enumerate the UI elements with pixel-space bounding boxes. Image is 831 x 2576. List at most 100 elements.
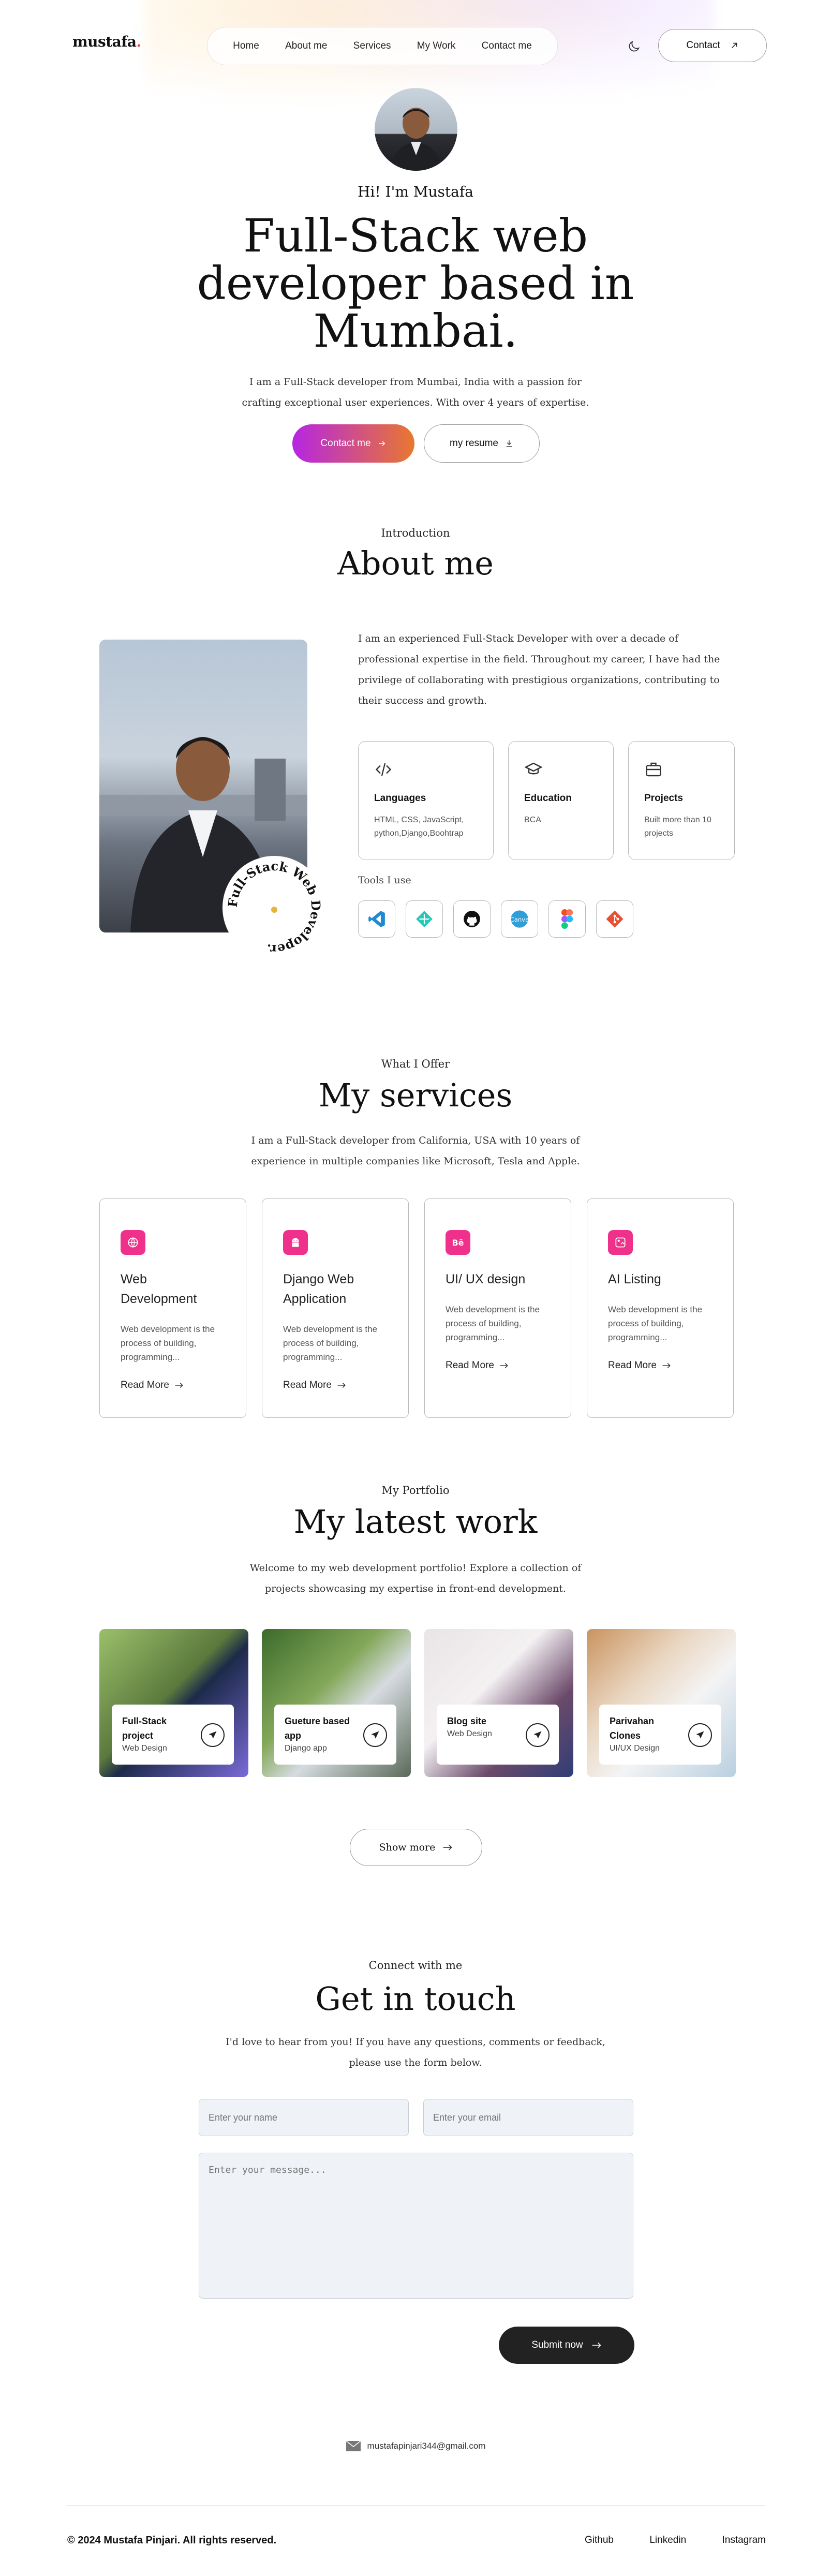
arrow-right-icon [175,1383,183,1388]
top-nav: Home About me Services My Work Contact m… [207,27,558,65]
about-title: About me [337,544,494,582]
contact-title: Get in touch [315,1980,516,2018]
arrow-right-icon [443,1844,452,1850]
service-card-django[interactable]: Django Web Application Web development i… [262,1198,409,1418]
about-kicker: Introduction [381,527,450,539]
mail-icon [346,2440,361,2451]
education-card: Education BCA [508,741,614,860]
work-info: Gueture based app Django app [274,1705,396,1765]
moon-icon [629,41,640,52]
open-project-button[interactable] [526,1723,550,1747]
arrow-right-icon [378,440,385,447]
work-title: Gueture based app [285,1716,350,1741]
resume-button[interactable]: my resume [424,424,540,463]
read-more-label: Read More [283,1380,332,1390]
work-kicker: My Portfolio [381,1484,450,1497]
message-textarea[interactable] [199,2153,633,2299]
service-desc: Web development is the process of buildi… [121,1324,215,1362]
service-card-ai-listing[interactable]: AI Listing Web development is the proces… [587,1198,734,1418]
work-card-fullstack[interactable]: Full-Stack project Web Design [99,1629,248,1777]
svg-text:Canva: Canva [510,916,529,923]
nav-about[interactable]: About me [285,40,327,52]
show-more-button[interactable]: Show more [350,1829,482,1866]
behance-icon: Bē [446,1230,470,1255]
submit-label: Submit now [531,2340,583,2350]
profile-avatar [375,88,457,171]
projects-desc: Built more than 10 projects [644,816,711,838]
show-more-label: Show more [379,1842,436,1853]
projects-title: Projects [644,793,683,804]
arrow-right-icon [500,1363,508,1368]
service-desc: Web development is the process of buildi… [283,1324,378,1362]
send-icon [209,1731,217,1739]
read-more-link[interactable]: Read More [608,1360,713,1371]
service-card-web-development[interactable]: Web Development Web development is the p… [99,1198,246,1418]
email-input[interactable] [423,2099,633,2136]
contact-button-label: Contact [686,40,720,51]
globe-icon [121,1230,145,1255]
developer-badge: Full-Stack Web Developer. [222,856,326,959]
open-project-button[interactable] [201,1723,225,1747]
work-desc: Welcome to my web development portfolio!… [249,1562,582,1594]
footer-link-instagram[interactable]: Instagram [722,2535,766,2546]
footer-link-github[interactable]: Github [585,2535,614,2546]
work-title: Blog site [447,1716,487,1726]
read-more-link[interactable]: Read More [283,1380,388,1391]
nav-work[interactable]: My Work [417,40,456,52]
work-title: My latest work [293,1503,538,1541]
education-title: Education [524,793,572,804]
education-desc: BCA [524,816,541,824]
footer-links: Github Linkedin Instagram [585,2535,766,2546]
vscode-icon [368,911,385,927]
work-card-parivahan[interactable]: Parivahan Clones UI/UX Design [587,1629,736,1777]
service-title: Web Development [121,1272,197,1306]
submit-button[interactable]: Submit now [499,2327,634,2364]
github-tool[interactable] [453,900,491,938]
vscode-tool[interactable] [358,900,395,938]
contact-button[interactable]: Contact [658,29,767,62]
figma-icon [561,909,573,929]
email-address: mustafapinjari344@gmail.com [367,2441,486,2451]
ai-icon [608,1230,633,1255]
send-icon [533,1731,542,1739]
work-title: Full-Stack project [122,1716,167,1741]
git-icon [606,910,624,928]
arrow-right-icon [662,1363,671,1368]
footer-link-linkedin[interactable]: Linkedin [649,2535,686,2546]
work-title: Parivahan Clones [610,1716,655,1741]
dark-mode-toggle[interactable] [624,36,644,57]
open-project-button[interactable] [363,1723,387,1747]
netlify-icon [416,911,433,927]
about-paragraph: I am an experienced Full-Stack Developer… [358,633,720,706]
badge-center-icon [271,907,277,913]
contact-kicker: Connect with me [368,1959,463,1972]
read-more-link[interactable]: Read More [446,1360,550,1371]
name-input[interactable] [199,2099,409,2136]
nav-contact[interactable]: Contact me [482,40,532,52]
nav-home[interactable]: Home [233,40,259,52]
service-desc: Web development is the process of buildi… [446,1305,540,1342]
download-icon [506,440,512,447]
work-card-blog-site[interactable]: Blog site Web Design [424,1629,573,1777]
projects-card: Projects Built more than 10 projects [628,741,735,860]
send-icon [696,1731,704,1739]
open-project-button[interactable] [688,1723,712,1747]
work-info: Blog site Web Design [437,1705,559,1765]
contact-me-button[interactable]: Contact me [292,424,414,463]
work-card-gesture-app[interactable]: Gueture based app Django app [262,1629,411,1777]
read-more-link[interactable]: Read More [121,1380,225,1391]
tools-label: Tools I use [358,875,411,886]
netlify-tool[interactable] [406,900,443,938]
service-card-uiux[interactable]: Bē UI/ UX design Web development is the … [424,1198,571,1418]
figma-tool[interactable] [548,900,586,938]
git-tool[interactable] [596,900,633,938]
services-kicker: What I Offer [381,1058,450,1070]
arrow-right-icon [592,2342,601,2348]
arrow-up-right-icon [731,42,737,49]
logo[interactable]: mustafa. [72,33,141,50]
work-info: Full-Stack project Web Design [112,1705,234,1765]
contact-me-label: Contact me [320,438,371,449]
nav-services[interactable]: Services [353,40,391,52]
canva-tool[interactable]: Canva [501,900,538,938]
email-contact[interactable]: mustafapinjari344@gmail.com [0,2440,831,2452]
